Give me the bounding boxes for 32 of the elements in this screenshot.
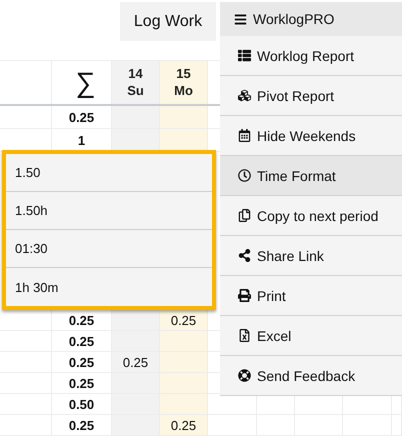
log-work-button[interactable]: Log Work xyxy=(120,2,216,41)
lifebuoy-icon xyxy=(238,369,251,382)
day-cell: 0.25 xyxy=(160,415,208,435)
sum-value: 0.25 xyxy=(68,418,94,432)
spreadsheet-icon xyxy=(238,329,251,342)
sum-value: 0.25 xyxy=(68,376,94,390)
sum-value: 0.50 xyxy=(68,396,94,412)
copy-icon xyxy=(238,209,251,222)
menu-item[interactable]: Time Format xyxy=(220,156,402,196)
cubes-icon xyxy=(238,89,251,102)
dropdown-option[interactable]: 01:30 xyxy=(6,230,212,268)
sum-value: 0.25 xyxy=(68,334,94,348)
dropdown-option[interactable]: 1.50 xyxy=(6,154,212,192)
calendar-icon xyxy=(238,129,251,142)
sum-value: 0.25 xyxy=(68,110,94,124)
menu-icon xyxy=(234,12,247,26)
dropdown-option[interactable]: 1h 30m xyxy=(6,268,212,306)
sum-value: 1 xyxy=(78,132,86,148)
menu-header[interactable]: WorklogPRO xyxy=(220,2,402,36)
clock-icon xyxy=(238,169,251,182)
day-cell: 0.25 xyxy=(160,310,208,330)
sum-header: ∑ xyxy=(76,66,96,98)
sum-value: 0.25 xyxy=(68,354,94,370)
menu-title: WorklogPRO xyxy=(253,11,334,27)
share-icon xyxy=(238,249,251,262)
sum-value: 0.25 xyxy=(68,312,94,328)
day-cell: 0.25 xyxy=(112,352,160,372)
day-header: 14 Su xyxy=(112,61,160,104)
print-icon xyxy=(238,289,251,302)
day-header: 15 Mo xyxy=(160,61,208,104)
dropdown-option[interactable]: 1.50h xyxy=(6,192,212,230)
list-icon xyxy=(238,49,251,62)
